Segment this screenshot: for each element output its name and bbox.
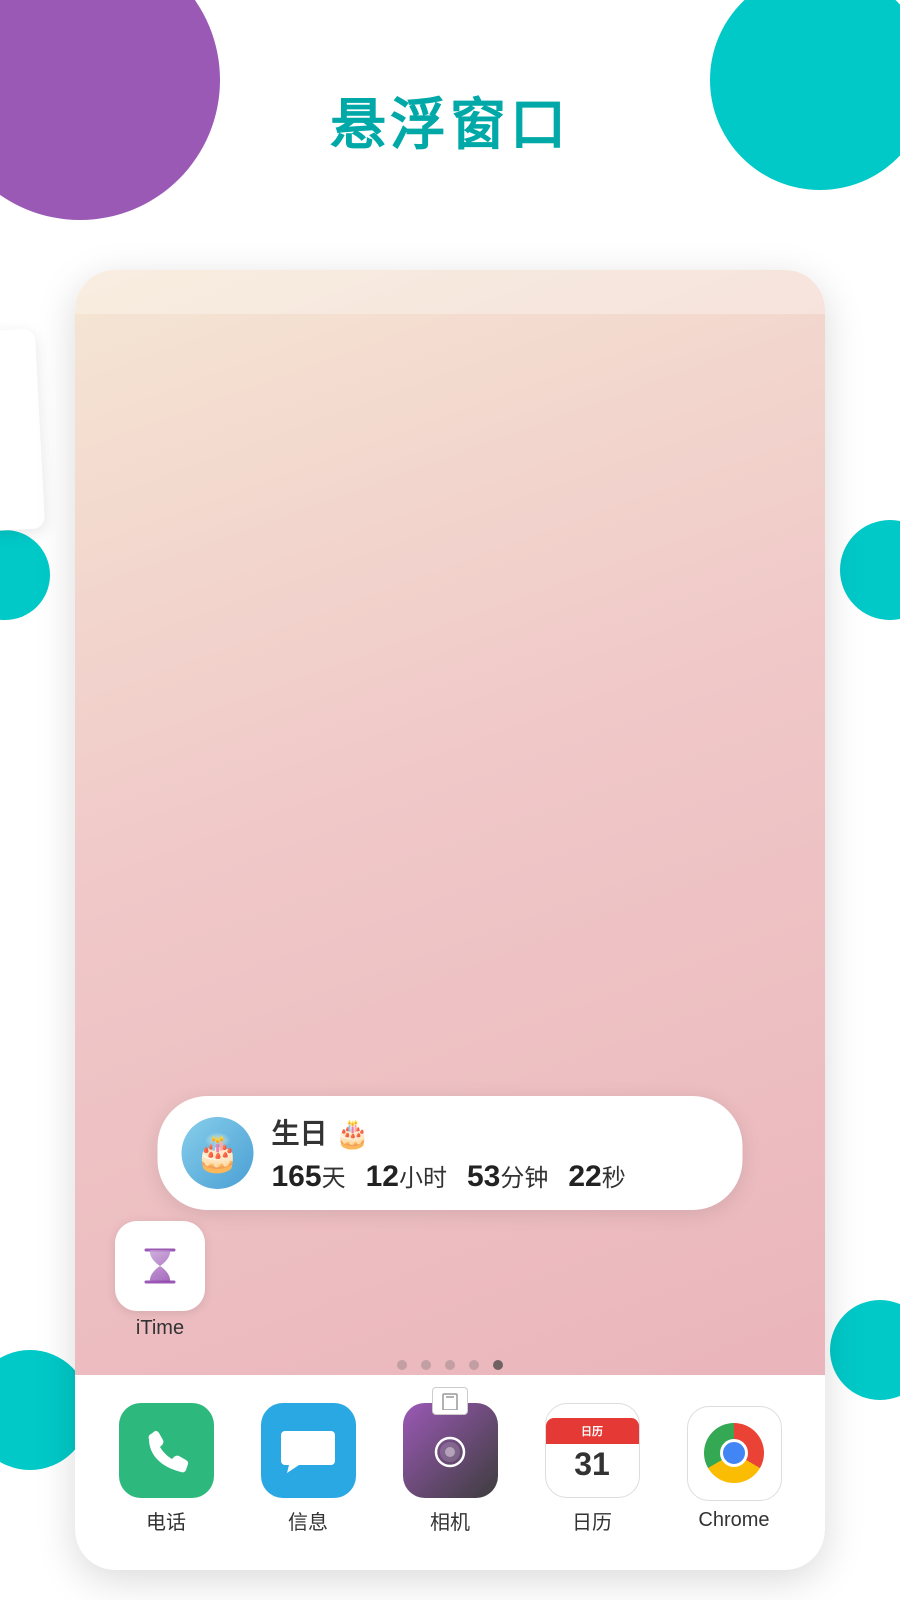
countdown-days: 165 xyxy=(272,1160,322,1193)
bg-blob-teal-mid-right xyxy=(840,520,900,620)
page-dot-2 xyxy=(421,1360,431,1370)
countdown-minutes: 53 xyxy=(467,1160,500,1193)
chrome-label: Chrome xyxy=(698,1509,769,1532)
page-dot-3 xyxy=(445,1360,455,1370)
page-dot-1 xyxy=(397,1360,407,1370)
countdown-hours: 12 xyxy=(366,1160,399,1193)
birthday-title: 生日 🎂 xyxy=(272,1112,719,1152)
calendar-label: 日历 xyxy=(572,1506,612,1535)
title-area: 悬浮窗口 xyxy=(0,80,900,161)
itime-hourglass-icon xyxy=(135,1241,185,1291)
card-peek xyxy=(0,329,45,532)
bg-blob-teal-mid-left xyxy=(0,530,50,620)
itime-label: iTime xyxy=(136,1317,184,1340)
itime-icon xyxy=(115,1221,205,1311)
birthday-widget[interactable]: 🎂 生日 🎂 165天 12小时 53分钟 22秒 xyxy=(158,1096,743,1210)
birthday-info: 生日 🎂 165天 12小时 53分钟 22秒 xyxy=(272,1112,719,1194)
camera-indicator xyxy=(432,1387,468,1415)
page-dot-5-active xyxy=(493,1360,503,1370)
birthday-avatar: 🎂 xyxy=(182,1117,254,1189)
dock-app-chrome[interactable]: Chrome xyxy=(687,1406,782,1532)
status-bar xyxy=(75,270,825,314)
calendar-icon: 日历 31 xyxy=(545,1403,640,1498)
camera-label: 相机 xyxy=(430,1506,470,1535)
dock: 电话 信息 xyxy=(75,1375,825,1570)
phone-screen: 🎂 生日 🎂 165天 12小时 53分钟 22秒 xyxy=(75,270,825,1570)
calendar-header: 日历 xyxy=(546,1418,639,1444)
page-dot-4 xyxy=(469,1360,479,1370)
dock-app-phone[interactable]: 电话 xyxy=(119,1403,214,1535)
countdown-seconds: 22 xyxy=(568,1160,601,1193)
phone-icon xyxy=(119,1403,214,1498)
chrome-outer-ring xyxy=(704,1423,764,1483)
chrome-inner-circle xyxy=(720,1439,748,1467)
calendar-date: 31 xyxy=(574,1446,610,1483)
birthday-countdown: 165天 12小时 53分钟 22秒 xyxy=(272,1158,719,1194)
itime-app-area[interactable]: iTime xyxy=(115,1221,205,1340)
messages-label: 信息 xyxy=(288,1506,328,1535)
dock-app-calendar[interactable]: 日历 31 日历 xyxy=(545,1403,640,1535)
phone-mockup: 🎂 生日 🎂 165天 12小时 53分钟 22秒 xyxy=(75,270,825,1570)
page-dots xyxy=(75,1360,825,1370)
page-title: 悬浮窗口 xyxy=(0,80,900,161)
dock-app-camera[interactable]: 相机 xyxy=(403,1403,498,1535)
camera-icon xyxy=(403,1403,498,1498)
bg-blob-teal-bottom-right xyxy=(830,1300,900,1400)
chrome-icon xyxy=(687,1406,782,1501)
phone-label: 电话 xyxy=(146,1506,186,1535)
dock-app-messages[interactable]: 信息 xyxy=(261,1403,356,1535)
messages-icon xyxy=(261,1403,356,1498)
